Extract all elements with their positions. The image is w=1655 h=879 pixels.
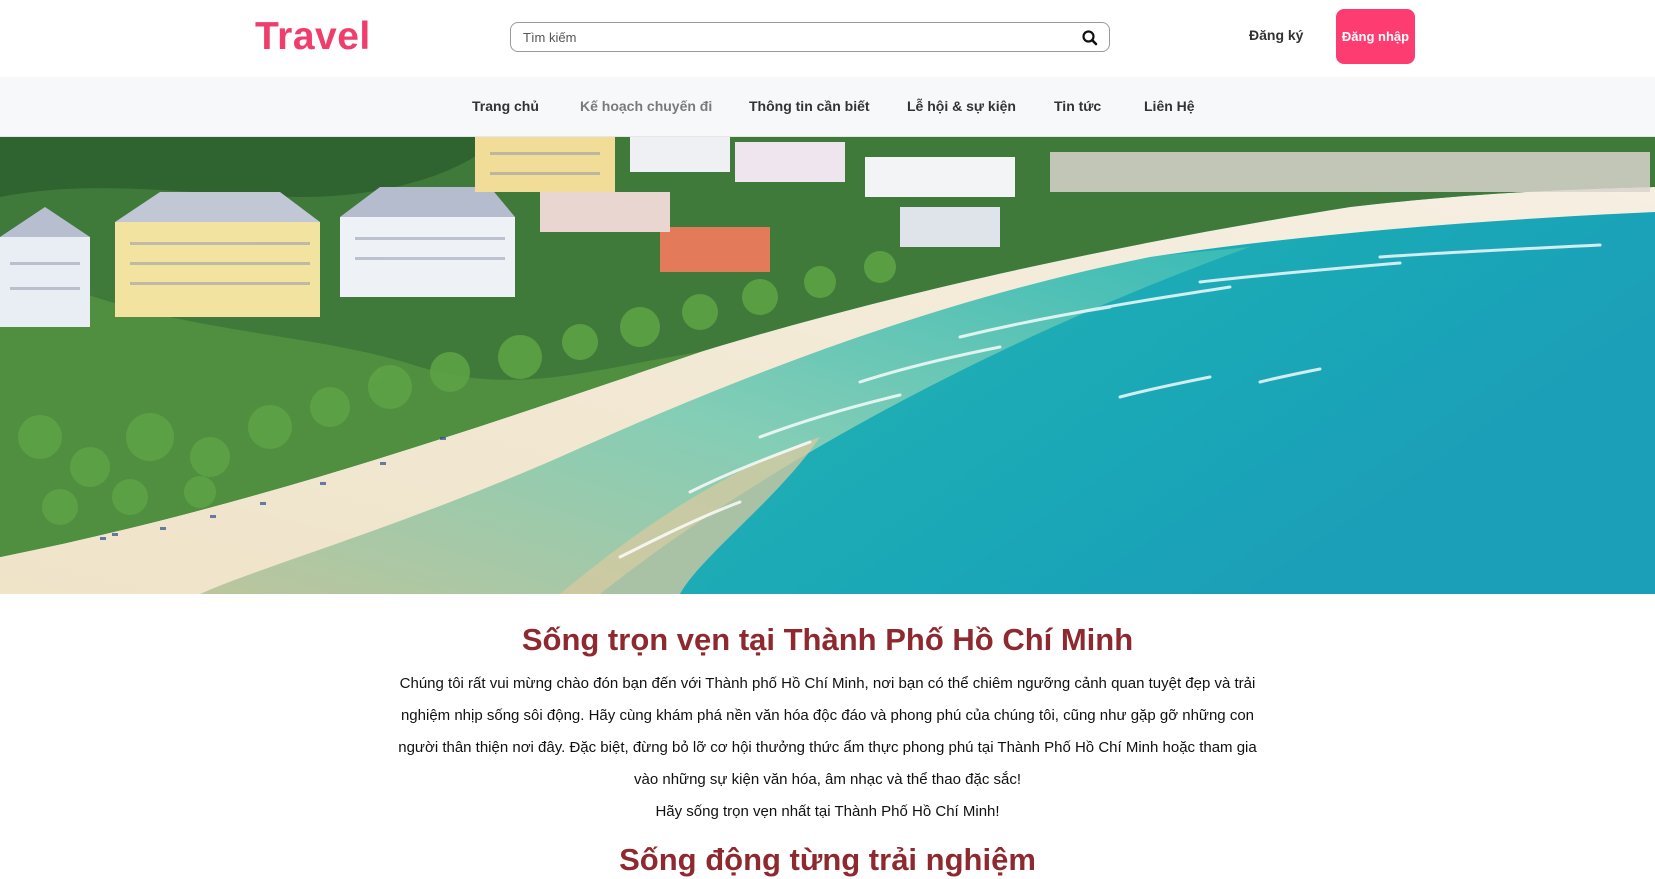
intro-section: Sống trọn vẹn tại Thành Phố Hồ Chí Minh … bbox=[0, 594, 1655, 879]
nav-item-need-to-know[interactable]: Thông tin cần biết bbox=[749, 98, 870, 114]
main-nav: Trang chủ Kế hoạch chuyến đi Thông tin c… bbox=[0, 77, 1655, 137]
nav-item-news[interactable]: Tin tức bbox=[1054, 98, 1101, 114]
page-title: Sống trọn vẹn tại Thành Phố Hồ Chí Minh bbox=[521, 622, 1134, 657]
section-subtitle: Sống động từng trải nghiệm bbox=[619, 842, 1036, 877]
search-icon bbox=[1082, 30, 1098, 46]
search-box bbox=[510, 22, 1110, 52]
register-link[interactable]: Đăng ký bbox=[1249, 27, 1303, 43]
site-header: Travel Đăng ký Đăng nhập bbox=[0, 0, 1655, 77]
nav-item-trip-plan[interactable]: Kế hoạch chuyến đi bbox=[580, 98, 712, 114]
intro-paragraph: Chúng tôi rất vui mừng chào đón bạn đến … bbox=[398, 675, 1257, 788]
search-button[interactable] bbox=[1079, 27, 1101, 49]
login-button[interactable]: Đăng nhập bbox=[1336, 9, 1415, 64]
nav-item-home[interactable]: Trang chủ bbox=[472, 98, 539, 114]
hero-beach-image bbox=[0, 137, 1655, 594]
site-logo[interactable]: Travel bbox=[255, 14, 371, 60]
search-input[interactable] bbox=[521, 26, 1061, 48]
nav-item-festivals-events[interactable]: Lễ hội & sự kiện bbox=[907, 98, 1016, 114]
nav-item-contact[interactable]: Liên Hệ bbox=[1144, 98, 1195, 114]
tagline: Hãy sống trọn vẹn nhất tại Thành Phố Hồ … bbox=[655, 803, 1000, 820]
hero-banner bbox=[0, 137, 1655, 594]
